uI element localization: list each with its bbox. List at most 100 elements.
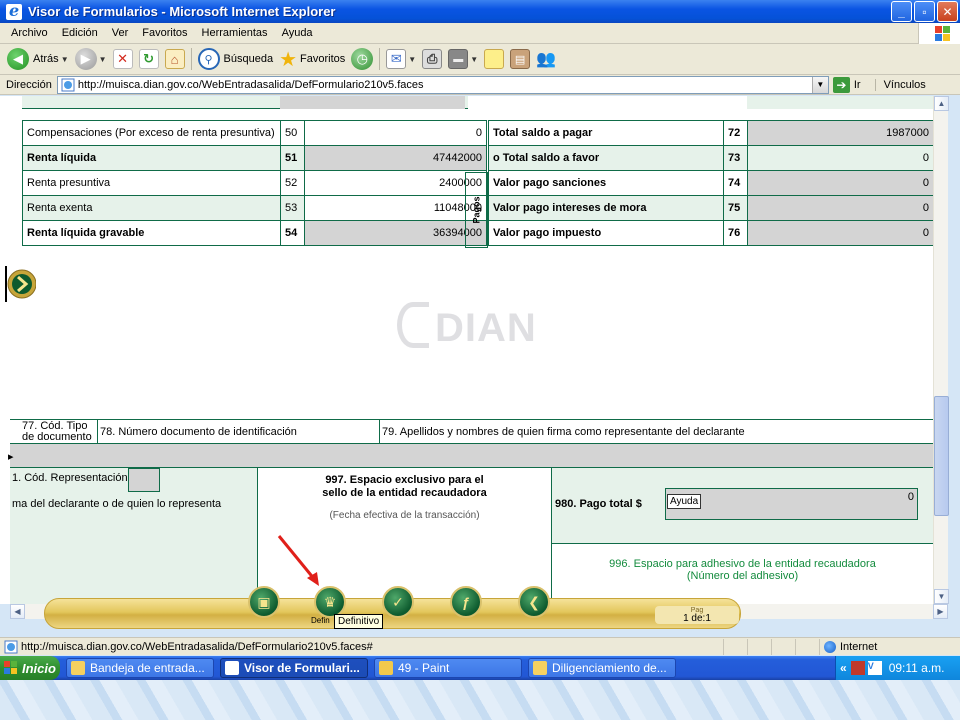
representation-box: 1. Cód. Representación ma del declarante… xyxy=(10,468,258,604)
renta-row: Renta exenta 53 11048000 xyxy=(22,195,487,221)
ie-icon xyxy=(225,661,239,675)
note-icon xyxy=(484,49,505,69)
row-value[interactable]: 0 xyxy=(747,195,934,221)
status-panel xyxy=(795,638,819,655)
go-button[interactable]: ➔ Ir xyxy=(832,76,861,93)
pdf-button[interactable]: ƒ xyxy=(450,586,482,618)
row-number: 72 xyxy=(723,120,748,146)
row-number: 74 xyxy=(723,170,748,196)
refresh-button[interactable]: ↻ xyxy=(136,46,162,72)
row-value[interactable]: 2400000 xyxy=(304,170,487,196)
page-icon xyxy=(4,640,18,653)
tray-expand-icon[interactable]: « xyxy=(840,661,847,675)
task-browser[interactable]: Visor de Formulari... xyxy=(220,658,368,678)
menu-ayuda[interactable]: Ayuda xyxy=(275,27,320,39)
row-number: 73 xyxy=(723,145,748,171)
edit-button[interactable]: ▬ ▼ xyxy=(445,46,481,72)
mail-button[interactable]: ✉ ▼ xyxy=(383,46,419,72)
status-panel xyxy=(747,638,771,655)
print-button[interactable]: ⎙ xyxy=(419,46,445,72)
discuss-button[interactable] xyxy=(481,46,507,72)
page-indicator: Pag 1 de:1 xyxy=(655,606,739,624)
address-field[interactable]: ▼ xyxy=(56,75,829,94)
forward-button[interactable]: ▶ ▼ xyxy=(72,46,110,72)
task-outlook[interactable]: Bandeja de entrada... xyxy=(66,658,214,678)
back-button[interactable]: ◀ Atrás ▼ xyxy=(4,46,72,72)
row-value[interactable]: 0 xyxy=(747,220,934,246)
task-paint[interactable]: 49 - Paint xyxy=(374,658,522,678)
vertical-scrollbar[interactable]: ▲ ▼ xyxy=(933,96,949,604)
row-number: 75 xyxy=(723,195,748,221)
chevron-down-icon: ▼ xyxy=(470,54,479,64)
address-dropdown-icon[interactable]: ▼ xyxy=(811,76,828,93)
antivirus-icon[interactable]: V xyxy=(867,661,882,675)
favorites-button[interactable]: ★ Favoritos xyxy=(276,46,348,72)
scroll-up-icon[interactable]: ▲ xyxy=(934,96,949,111)
row-value[interactable]: 47442000 xyxy=(304,145,487,171)
scroll-down-icon[interactable]: ▼ xyxy=(934,589,949,604)
start-button[interactable]: Inicio xyxy=(0,656,60,680)
field-79-label: 79. Apellidos y nombres de quien firma c… xyxy=(382,426,745,438)
search-button[interactable]: ⚲ Búsqueda xyxy=(195,46,277,72)
messenger-button[interactable]: 👥 xyxy=(533,46,559,72)
stop-button[interactable]: ✕ xyxy=(110,46,136,72)
row-value[interactable]: 0 xyxy=(747,170,934,196)
mail-icon: ✉ xyxy=(386,49,407,69)
row-number: 76 xyxy=(723,220,748,246)
stop-icon: ✕ xyxy=(112,49,133,69)
status-panel xyxy=(771,638,795,655)
toolbar-separator xyxy=(190,48,192,70)
menu-edicion[interactable]: Edición xyxy=(55,27,105,39)
row-value[interactable]: 36394000 xyxy=(304,220,487,246)
row-value[interactable]: 0 xyxy=(304,120,487,146)
maximize-button[interactable]: ▫ xyxy=(914,1,935,22)
sign-button[interactable]: ✓ xyxy=(382,586,414,618)
desktop-background xyxy=(0,680,960,720)
toolbar: ◀ Atrás ▼ ▶ ▼ ✕ ↻ ⌂ ⚲ Búsqueda ★ Favorit… xyxy=(0,44,960,75)
side-panel-arrow-icon[interactable] xyxy=(4,264,36,304)
status-bar: http://muisca.dian.gov.co/WebEntradasali… xyxy=(0,637,960,655)
pagos-label: Pagos xyxy=(471,196,482,224)
row-label: Renta líquida gravable xyxy=(22,220,281,246)
minimize-button[interactable]: _ xyxy=(891,1,912,22)
help-tooltip: Ayuda xyxy=(667,494,702,509)
task-folder[interactable]: Diligenciamiento de... xyxy=(528,658,676,678)
globe-icon xyxy=(824,640,836,653)
history-button[interactable]: ◷ xyxy=(348,46,376,72)
menu-archivo[interactable]: Archivo xyxy=(4,27,55,39)
menu-favoritos[interactable]: Favoritos xyxy=(135,27,194,39)
field-81-input[interactable] xyxy=(128,468,160,492)
row-value[interactable]: 1987000 xyxy=(747,120,934,146)
close-button[interactable]: ✕ xyxy=(937,1,958,22)
window-title: Visor de Formularios - Microsoft Interne… xyxy=(28,4,336,19)
field-996-subtitle: (Número del adhesivo) xyxy=(686,570,799,582)
cutoff-value xyxy=(280,96,465,109)
menu-herramientas[interactable]: Herramientas xyxy=(195,27,275,39)
signature-values-row[interactable]: ▸ xyxy=(8,443,933,468)
go-arrow-icon: ➔ xyxy=(832,76,850,93)
language-icon[interactable] xyxy=(850,661,865,675)
field-77-label: 77. Cód. Tipo de documento xyxy=(20,420,98,444)
research-button[interactable]: ▤ xyxy=(507,46,533,72)
row-value[interactable]: 11048000 xyxy=(304,195,487,221)
row-label: Renta presuntiva xyxy=(22,170,281,196)
row-value[interactable]: 0 xyxy=(747,145,934,171)
renta-table: Compensaciones (Por exceso de renta pres… xyxy=(22,120,487,246)
field-980-value[interactable]: 0 xyxy=(665,488,918,520)
back-nav-button[interactable]: ❮ xyxy=(518,586,550,618)
scroll-left-icon[interactable]: ◀ xyxy=(10,604,25,619)
menu-ver[interactable]: Ver xyxy=(105,27,136,39)
signature-header-row: 77. Cód. Tipo de documento 78. Número do… xyxy=(10,419,933,444)
clock: 09:11 a.m. xyxy=(888,661,945,675)
floppy-icon: ▣ xyxy=(257,593,271,610)
save-form-button[interactable]: ▣ xyxy=(248,586,280,618)
books-icon: ▤ xyxy=(510,49,531,69)
address-input[interactable] xyxy=(77,78,812,91)
pago-row: Valor pago sanciones 74 0 xyxy=(488,170,934,196)
links-button[interactable]: Vínculos xyxy=(874,78,926,91)
scroll-right-icon[interactable]: ▶ xyxy=(933,604,948,619)
page-indicator-value: 1 de:1 xyxy=(683,613,711,624)
scroll-thumb[interactable] xyxy=(934,396,949,516)
field-980-label: 980. Pago total $ xyxy=(555,498,642,510)
home-button[interactable]: ⌂ xyxy=(162,46,188,72)
